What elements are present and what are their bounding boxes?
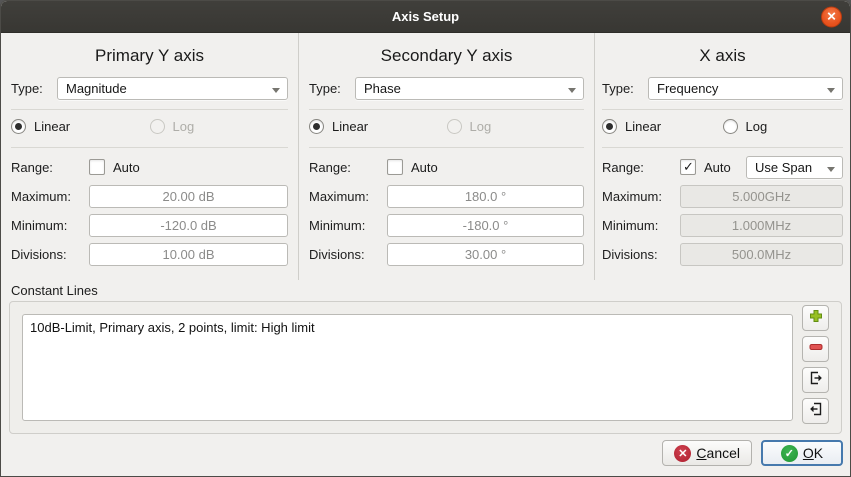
x-minimum-field: 1.000MHz xyxy=(680,214,843,237)
radio-icon xyxy=(309,119,324,134)
divider xyxy=(11,147,288,148)
chevron-down-icon xyxy=(568,88,576,93)
divisions-label: Divisions: xyxy=(602,247,680,262)
add-icon xyxy=(808,308,824,329)
secondary-log-radio: Log xyxy=(447,118,585,134)
ok-icon: ✓ xyxy=(781,445,798,462)
axis-setup-dialog: Axis Setup ✕ Primary Y axis Type: Magnit… xyxy=(0,0,851,477)
radio-label: Linear xyxy=(34,119,70,134)
chevron-down-icon xyxy=(272,88,280,93)
divider xyxy=(11,109,288,110)
list-item[interactable]: 10dB-Limit, Primary axis, 2 points, limi… xyxy=(30,318,785,337)
x-span-dropdown[interactable]: Use Span xyxy=(746,156,843,179)
chevron-down-icon xyxy=(827,167,835,172)
titlebar[interactable]: Axis Setup ✕ xyxy=(1,1,850,33)
constant-lines-list[interactable]: 10dB-Limit, Primary axis, 2 points, limi… xyxy=(22,314,793,421)
x-linear-radio[interactable]: Linear xyxy=(602,118,723,134)
radio-label: Log xyxy=(173,119,195,134)
section-title: Secondary Y axis xyxy=(309,33,584,70)
primary-linear-radio[interactable]: Linear xyxy=(11,118,150,134)
auto-label: Auto xyxy=(411,160,438,175)
radio-icon xyxy=(150,119,165,134)
window-title: Axis Setup xyxy=(392,9,459,24)
cancel-button-label: Cancel xyxy=(696,445,740,461)
range-label: Range: xyxy=(602,160,680,175)
type-label: Type: xyxy=(602,81,648,96)
divider xyxy=(602,109,843,110)
secondary-type-dropdown[interactable]: Phase xyxy=(355,77,584,100)
section-title: X axis xyxy=(602,33,843,70)
minimum-label: Minimum: xyxy=(309,218,387,233)
cancel-icon: ✕ xyxy=(674,445,691,462)
import-icon xyxy=(808,401,824,422)
range-label: Range: xyxy=(309,160,387,175)
radio-label: Log xyxy=(746,119,768,134)
close-icon[interactable]: ✕ xyxy=(821,6,842,27)
auto-label: Auto xyxy=(113,160,140,175)
dropdown-value: Magnitude xyxy=(66,81,127,96)
x-axis-section: X axis Type: Frequency Linear Log xyxy=(595,33,850,280)
radio-label: Log xyxy=(470,119,492,134)
primary-maximum-field[interactable]: 20.00 dB xyxy=(89,185,288,208)
export-icon xyxy=(808,370,824,391)
secondary-minimum-field[interactable]: -180.0 ° xyxy=(387,214,584,237)
chevron-down-icon xyxy=(827,88,835,93)
remove-icon xyxy=(808,339,824,360)
radio-icon xyxy=(11,119,26,134)
secondary-auto-checkbox[interactable] xyxy=(387,159,403,175)
divider xyxy=(309,109,584,110)
type-label: Type: xyxy=(309,81,355,96)
divider xyxy=(602,147,843,148)
x-log-radio[interactable]: Log xyxy=(723,118,844,134)
divisions-label: Divisions: xyxy=(11,247,89,262)
secondary-y-axis-section: Secondary Y axis Type: Phase Linear Log xyxy=(299,33,595,280)
type-label: Type: xyxy=(11,81,57,96)
constant-lines-label: Constant Lines xyxy=(11,283,850,299)
primary-y-axis-section: Primary Y axis Type: Magnitude Linear Lo… xyxy=(1,33,299,280)
range-label: Range: xyxy=(11,160,89,175)
x-type-dropdown[interactable]: Frequency xyxy=(648,77,843,100)
radio-label: Linear xyxy=(332,119,368,134)
minimum-label: Minimum: xyxy=(602,218,680,233)
export-line-button[interactable] xyxy=(802,367,829,393)
maximum-label: Maximum: xyxy=(309,189,387,204)
x-maximum-field: 5.000GHz xyxy=(680,185,843,208)
remove-line-button[interactable] xyxy=(802,336,829,362)
auto-label: Auto xyxy=(704,160,731,175)
cancel-button[interactable]: ✕ Cancel xyxy=(662,440,752,466)
add-line-button[interactable] xyxy=(802,305,829,331)
dropdown-value: Use Span xyxy=(755,160,812,175)
import-line-button[interactable] xyxy=(802,398,829,424)
radio-label: Linear xyxy=(625,119,661,134)
constant-lines-actions xyxy=(802,305,829,430)
secondary-linear-radio[interactable]: Linear xyxy=(309,118,447,134)
secondary-maximum-field[interactable]: 180.0 ° xyxy=(387,185,584,208)
primary-minimum-field[interactable]: -120.0 dB xyxy=(89,214,288,237)
divider xyxy=(309,147,584,148)
secondary-divisions-field[interactable]: 30.00 ° xyxy=(387,243,584,266)
maximum-label: Maximum: xyxy=(602,189,680,204)
dropdown-value: Phase xyxy=(364,81,401,96)
section-title: Primary Y axis xyxy=(11,33,288,70)
dropdown-value: Frequency xyxy=(657,81,718,96)
ok-button[interactable]: ✓ OK xyxy=(761,440,843,466)
x-divisions-field: 500.0MHz xyxy=(680,243,843,266)
radio-icon xyxy=(723,119,738,134)
ok-button-label: OK xyxy=(803,445,823,461)
primary-type-dropdown[interactable]: Magnitude xyxy=(57,77,288,100)
axis-columns: Primary Y axis Type: Magnitude Linear Lo… xyxy=(1,33,850,280)
radio-icon xyxy=(602,119,617,134)
primary-divisions-field[interactable]: 10.00 dB xyxy=(89,243,288,266)
primary-auto-checkbox[interactable] xyxy=(89,159,105,175)
primary-log-radio: Log xyxy=(150,118,289,134)
constant-lines-group: 10dB-Limit, Primary axis, 2 points, limi… xyxy=(9,301,842,434)
divisions-label: Divisions: xyxy=(309,247,387,262)
radio-icon xyxy=(447,119,462,134)
x-auto-checkbox[interactable] xyxy=(680,159,696,175)
minimum-label: Minimum: xyxy=(11,218,89,233)
maximum-label: Maximum: xyxy=(11,189,89,204)
dialog-footer: ✕ Cancel ✓ OK xyxy=(662,440,843,466)
